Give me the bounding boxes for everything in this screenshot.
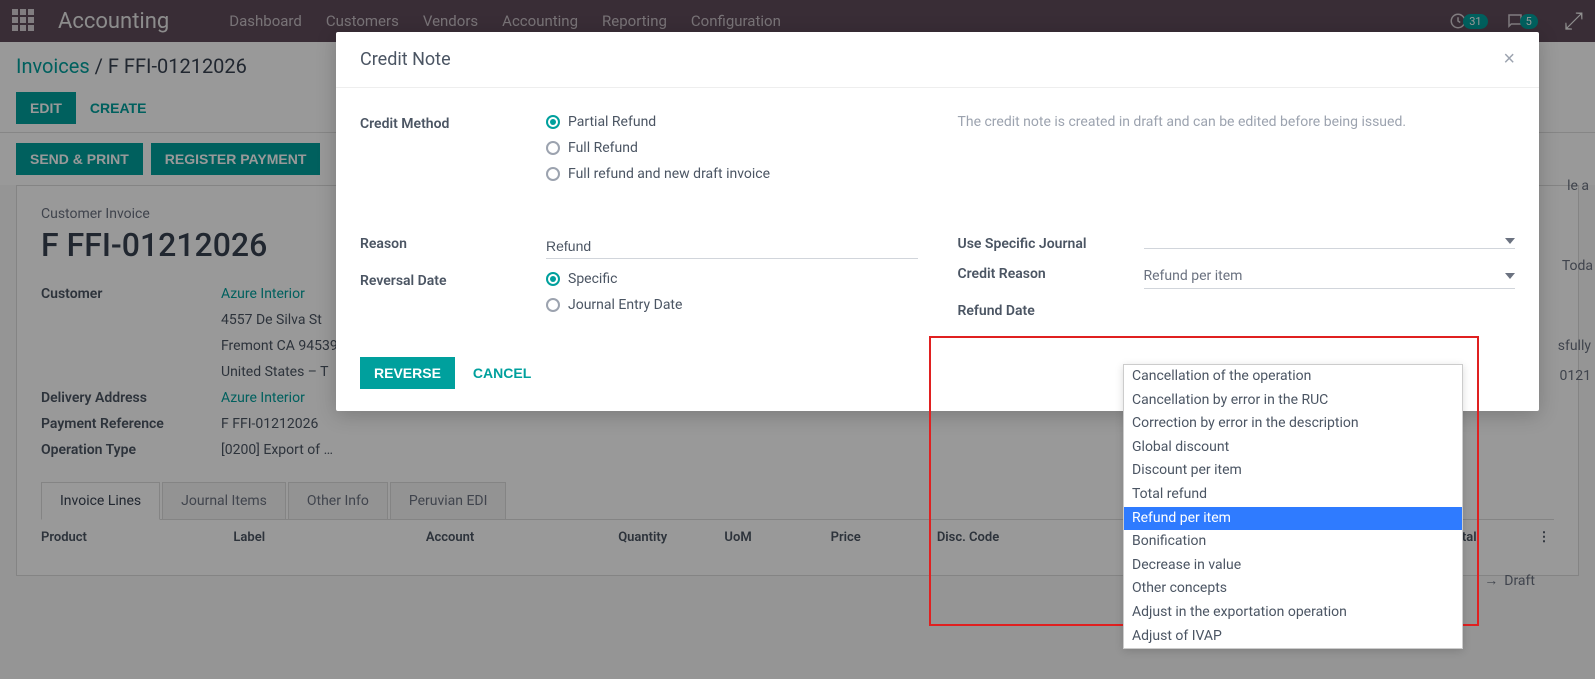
- radio-partial-refund[interactable]: [546, 115, 560, 129]
- dropdown-item[interactable]: Total refund: [1124, 483, 1462, 507]
- dropdown-item[interactable]: Adjust of IVAP: [1124, 625, 1462, 649]
- credit-note-hint: The credit note is created in draft and …: [958, 114, 1516, 130]
- dropdown-item[interactable]: Global discount: [1124, 436, 1462, 460]
- credit-reason-select[interactable]: Refund per item: [1144, 264, 1516, 288]
- journal-select[interactable]: [1144, 234, 1516, 248]
- dropdown-item[interactable]: Adjust in the exportation operation: [1124, 601, 1462, 625]
- dropdown-item[interactable]: Discount per item: [1124, 459, 1462, 483]
- label-reason: Reason: [360, 234, 546, 259]
- radio-full-draft[interactable]: [546, 167, 560, 181]
- radio-full-refund[interactable]: [546, 141, 560, 155]
- dropdown-item[interactable]: Correction by error in the description: [1124, 412, 1462, 436]
- chevron-down-icon: [1505, 238, 1515, 244]
- label-reversal-date: Reversal Date: [360, 271, 546, 323]
- dropdown-item-selected[interactable]: Refund per item: [1124, 507, 1462, 531]
- modal-title: Credit Note: [360, 49, 451, 70]
- chevron-down-icon: [1505, 273, 1515, 279]
- reverse-button[interactable]: REVERSE: [360, 357, 455, 389]
- reason-input[interactable]: [546, 234, 918, 259]
- dropdown-item[interactable]: Decrease in value: [1124, 554, 1462, 578]
- label-use-journal: Use Specific Journal: [958, 234, 1144, 252]
- label-credit-reason: Credit Reason: [958, 264, 1144, 289]
- cancel-button[interactable]: CANCEL: [469, 357, 535, 389]
- radio-specific-date[interactable]: [546, 272, 560, 286]
- dropdown-item[interactable]: Other concepts: [1124, 577, 1462, 601]
- close-icon[interactable]: ×: [1503, 48, 1515, 71]
- radio-journal-entry-date[interactable]: [546, 298, 560, 312]
- dropdown-item[interactable]: Cancellation of the operation: [1124, 365, 1462, 389]
- credit-note-modal: Credit Note × Credit Method Partial Refu…: [336, 32, 1539, 411]
- credit-reason-dropdown: Cancellation of the operation Cancellati…: [1123, 364, 1463, 649]
- label-credit-method: Credit Method: [360, 114, 546, 192]
- label-refund-date: Refund Date: [958, 301, 1144, 319]
- dropdown-item[interactable]: Bonification: [1124, 530, 1462, 554]
- dropdown-item[interactable]: Cancellation by error in the RUC: [1124, 389, 1462, 413]
